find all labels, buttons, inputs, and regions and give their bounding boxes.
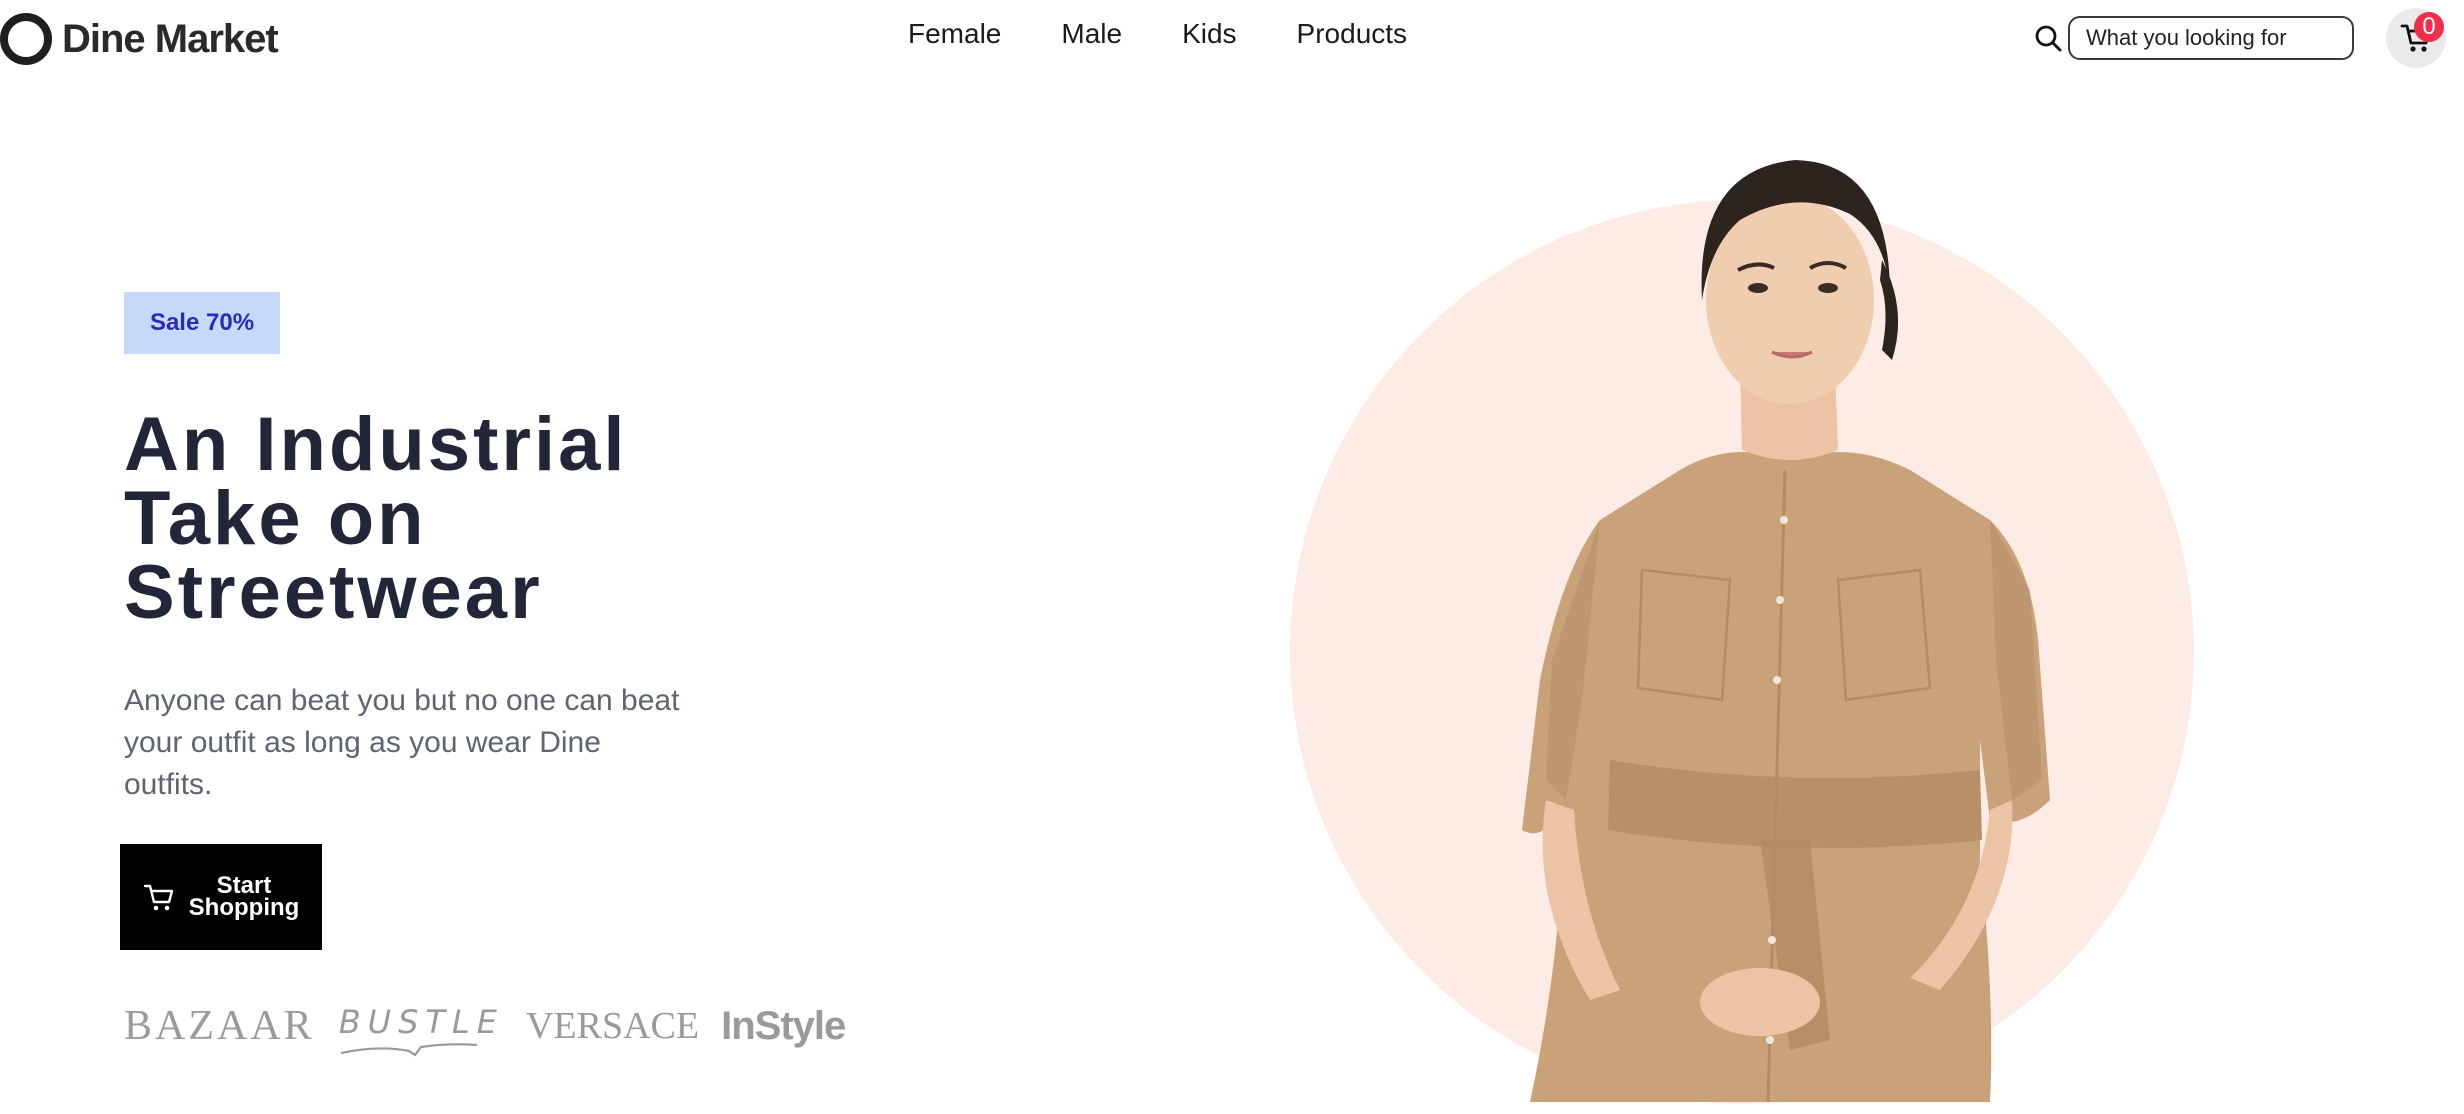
logo-circle-icon	[0, 13, 52, 65]
nav-link-male[interactable]: Male	[1061, 18, 1122, 50]
brand-logo-versace: VERSACE	[525, 1005, 700, 1047]
brand-logo-bustle-wrap: BUSTLE	[339, 1003, 526, 1057]
bustle-swoosh-icon	[340, 1043, 477, 1057]
navbar: Dine Market Female Male Kids Products Wh…	[0, 0, 2464, 76]
search-input[interactable]	[2068, 16, 2354, 60]
cart-count-badge: 0	[2414, 12, 2444, 42]
page: Dine Market Female Male Kids Products Wh…	[0, 0, 2464, 1114]
hero-description: Anyone can beat you but no one can beat …	[124, 684, 680, 801]
brand-logo-bustle: BUSTLE	[338, 1003, 504, 1041]
brand-name: Dine Market	[62, 16, 279, 61]
nav-link-female[interactable]: Female	[908, 18, 1001, 50]
nav-link-products[interactable]: Products	[1297, 18, 1408, 50]
cart-icon	[143, 884, 174, 911]
start-shopping-label: Start Shopping	[188, 874, 300, 921]
main-nav: Female Male Kids Products	[908, 18, 1467, 50]
logo-link[interactable]: Dine Market	[0, 10, 279, 68]
brand-logo-instyle: InStyle	[721, 1003, 846, 1048]
hero-title: An Industrial Take on Streetwear	[124, 402, 824, 635]
search-bar	[2028, 16, 2354, 60]
hero-title-line: Take on	[124, 476, 427, 561]
sale-badge: Sale 70%	[124, 292, 280, 354]
brand-logo-bazaar: BAZAAR	[124, 1003, 315, 1049]
hero-title-line: An Industrial	[124, 402, 628, 487]
start-shopping-button[interactable]: Start Shopping	[120, 844, 322, 950]
cart-button[interactable]: 0	[2386, 8, 2446, 68]
nav-link-kids[interactable]: Kids	[1182, 18, 1236, 50]
hero-model-image	[1522, 160, 2050, 1102]
hero-title-line: Streetwear	[124, 550, 543, 635]
cta-label-line: Shopping	[188, 894, 300, 921]
featured-brands: BAZAAR BUSTLE VERSACE InStyle	[124, 996, 846, 1057]
search-icon[interactable]	[2028, 16, 2068, 60]
